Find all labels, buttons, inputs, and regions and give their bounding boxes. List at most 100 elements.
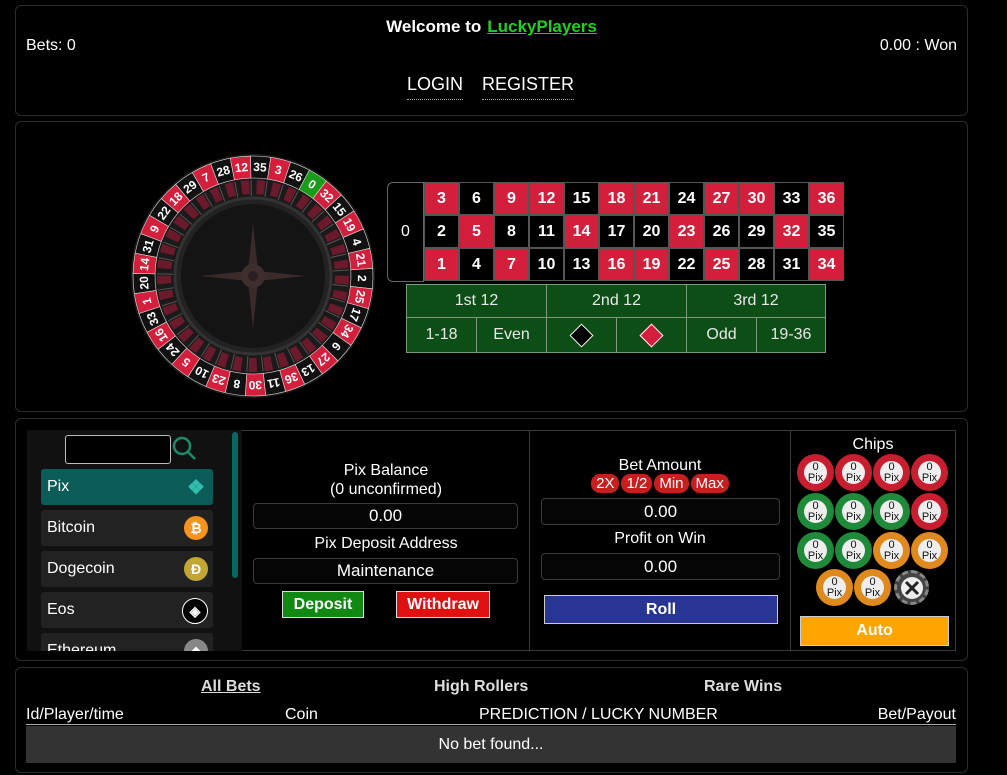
number-18[interactable]: 18 <box>599 182 634 215</box>
bet-amount-input[interactable]: 0.00 <box>541 498 780 525</box>
dozen-2nd[interactable]: 2nd 12 <box>546 284 687 318</box>
coin-list-scrollbar[interactable] <box>232 432 238 578</box>
profit-label: Profit on Win <box>614 530 706 547</box>
bet-1-18[interactable]: 1-18 <box>406 317 477 353</box>
close-icon <box>900 576 923 599</box>
clear-chips-button[interactable] <box>894 570 929 605</box>
number-8[interactable]: 8 <box>494 215 529 248</box>
bet-red[interactable] <box>616 317 687 353</box>
bet-19-36[interactable]: 19-36 <box>756 317 826 353</box>
number-3[interactable]: 3 <box>424 182 459 215</box>
bet-even[interactable]: Even <box>476 317 547 353</box>
tab-all-bets[interactable]: All Bets <box>201 678 261 696</box>
number-zero[interactable]: 0 <box>387 182 424 282</box>
number-20[interactable]: 20 <box>634 215 669 248</box>
register-button[interactable]: REGISTER <box>482 74 575 100</box>
chip-6[interactable]: 0 Pix <box>835 493 872 530</box>
number-2[interactable]: 2 <box>424 215 459 248</box>
chip-4[interactable]: 0 Pix <box>911 454 948 491</box>
number-13[interactable]: 13 <box>564 248 599 281</box>
eos-icon: ◈ <box>182 598 208 624</box>
tab-high-rollers[interactable]: High Rollers <box>434 678 528 696</box>
brand-link[interactable]: LuckyPlayers <box>487 17 597 36</box>
number-12[interactable]: 12 <box>529 182 564 215</box>
chip-14[interactable]: 0 Pix <box>854 569 891 606</box>
number-31[interactable]: 31 <box>774 248 809 281</box>
chip-value: 0 <box>812 538 819 551</box>
number-25[interactable]: 25 <box>704 248 739 281</box>
dozen-1st[interactable]: 1st 12 <box>406 284 547 318</box>
number-32[interactable]: 32 <box>774 215 809 248</box>
welcome-title: Welcome to LuckyPlayers <box>16 17 967 37</box>
number-35[interactable]: 35 <box>809 215 844 248</box>
number-23[interactable]: 23 <box>669 215 704 248</box>
coin-item-dogecoin[interactable]: Dogecoin Ð <box>41 551 213 587</box>
search-icon[interactable] <box>171 435 197 461</box>
coin-item-pix[interactable]: Pix ❖ <box>41 469 213 505</box>
chip-13[interactable]: 0 Pix <box>816 569 853 606</box>
chip-3[interactable]: 0 Pix <box>873 454 910 491</box>
bet-odd[interactable]: Odd <box>686 317 757 353</box>
roll-button[interactable]: Roll <box>544 595 778 624</box>
chip-unit: Pix <box>845 510 862 523</box>
number-29[interactable]: 29 <box>739 215 774 248</box>
deposit-address-field[interactable]: Maintenance <box>253 558 518 584</box>
double-button[interactable]: 2X <box>591 474 620 493</box>
auto-button[interactable]: Auto <box>800 616 949 646</box>
chip-2[interactable]: 0 Pix <box>835 454 872 491</box>
max-button[interactable]: Max <box>690 474 729 493</box>
number-26[interactable]: 26 <box>704 215 739 248</box>
number-9[interactable]: 9 <box>494 182 529 215</box>
number-36[interactable]: 36 <box>809 182 844 215</box>
chip-1[interactable]: 0 Pix <box>797 454 834 491</box>
chip-5[interactable]: 0 Pix <box>797 493 834 530</box>
number-21[interactable]: 21 <box>634 182 669 215</box>
number-19[interactable]: 19 <box>634 248 669 281</box>
chip-11[interactable]: 0 Pix <box>873 532 910 569</box>
coin-item-ethereum[interactable]: Ethereum ◆ <box>41 633 213 651</box>
min-button[interactable]: Min <box>654 474 689 493</box>
chip-10[interactable]: 0 Pix <box>835 532 872 569</box>
coin-item-bitcoin[interactable]: Bitcoin ₿ <box>41 510 213 546</box>
number-6[interactable]: 6 <box>459 182 494 215</box>
chip-7[interactable]: 0 Pix <box>873 493 910 530</box>
number-33[interactable]: 33 <box>774 182 809 215</box>
number-34[interactable]: 34 <box>809 248 844 281</box>
number-11[interactable]: 11 <box>529 215 564 248</box>
number-28[interactable]: 28 <box>739 248 774 281</box>
deposit-button[interactable]: Deposit <box>282 591 364 618</box>
chip-unit: Pix <box>807 510 824 523</box>
login-button[interactable]: LOGIN <box>407 74 464 100</box>
chip-12[interactable]: 0 Pix <box>911 532 948 569</box>
profit-value: 0.00 <box>541 553 780 580</box>
number-16[interactable]: 16 <box>599 248 634 281</box>
number-30[interactable]: 30 <box>739 182 774 215</box>
dozen-3rd[interactable]: 3rd 12 <box>686 284 826 318</box>
number-4[interactable]: 4 <box>459 248 494 281</box>
chip-9[interactable]: 0 Pix <box>797 532 834 569</box>
number-5[interactable]: 5 <box>459 215 494 248</box>
chip-value: 0 <box>926 499 933 512</box>
number-7[interactable]: 7 <box>494 248 529 281</box>
bets-count: Bets: 0 <box>26 37 76 54</box>
number-17[interactable]: 17 <box>599 215 634 248</box>
number-24[interactable]: 24 <box>669 182 704 215</box>
chip-unit: Pix <box>921 549 938 562</box>
number-14[interactable]: 14 <box>564 215 599 248</box>
pix-icon: ❖ <box>187 476 205 499</box>
coin-item-eos[interactable]: Eos ◈ <box>41 592 213 628</box>
tab-rare-wins[interactable]: Rare Wins <box>704 678 782 696</box>
won-total: 0.00 : Won <box>879 37 957 54</box>
black-diamond-icon <box>569 322 594 348</box>
half-button[interactable]: 1/2 <box>621 474 653 493</box>
coin-search-input[interactable] <box>65 435 171 464</box>
number-15[interactable]: 15 <box>564 182 599 215</box>
number-10[interactable]: 10 <box>529 248 564 281</box>
chip-unit: Pix <box>883 510 900 523</box>
number-22[interactable]: 22 <box>669 248 704 281</box>
number-1[interactable]: 1 <box>424 248 459 281</box>
withdraw-button[interactable]: Withdraw <box>396 591 490 618</box>
chip-8[interactable]: 0 Pix <box>911 493 948 530</box>
bet-black[interactable] <box>546 317 617 353</box>
number-27[interactable]: 27 <box>704 182 739 215</box>
